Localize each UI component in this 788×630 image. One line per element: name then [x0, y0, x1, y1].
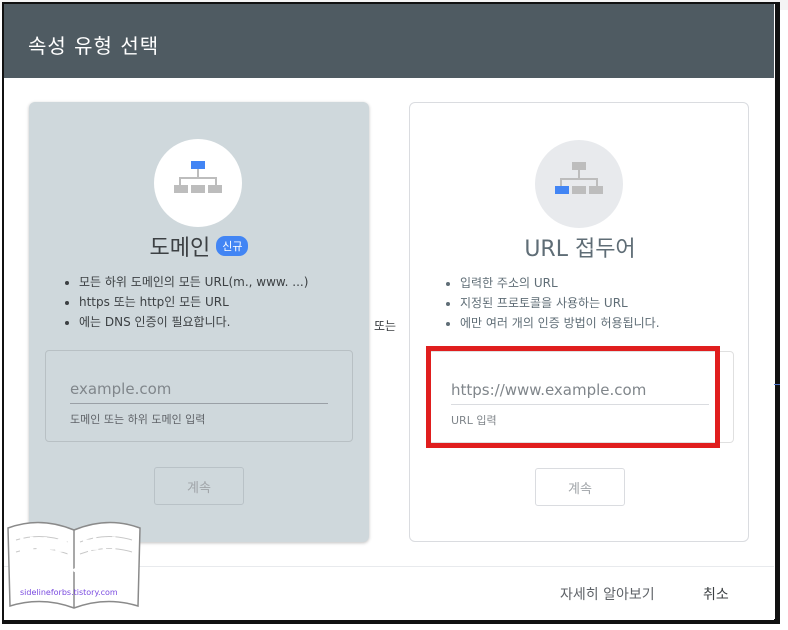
watermark-line2: 지식창고: [54, 560, 128, 583]
domain-feature-list: 모든 하위 도메인의 모든 URL(m., www. ...) https 또는…: [59, 272, 379, 332]
list-item: https 또는 http인 모든 URL: [79, 292, 379, 312]
red-highlight-box: [426, 346, 720, 448]
list-item: 에는 DNS 인증이 필요합니다.: [79, 312, 379, 332]
domain-heading: 도메인 신규: [29, 230, 369, 262]
sitemap-icon: [174, 161, 222, 193]
list-item: 모든 하위 도메인의 모든 URL(m., www. ...): [79, 272, 379, 292]
domain-input-helper: 도메인 또는 하위 도메인 입력: [70, 413, 206, 426]
new-badge: 신규: [216, 236, 249, 256]
learn-more-link[interactable]: 자세히 알아보기: [560, 584, 655, 604]
domain-card[interactable]: 도메인신규 모든 하위 도메인의 모든 URL(m., www. ...) ht…: [29, 102, 369, 542]
domain-input-container: 도메인 또는 하위 도메인 입력: [45, 350, 353, 442]
watermark-line1: 블슈의 부업: [17, 536, 119, 559]
domain-icon-circle: [154, 139, 242, 227]
domain-input[interactable]: [70, 375, 328, 404]
dialog-title: 속성 유형 선택: [28, 34, 160, 58]
list-item: 지정된 프로토콜을 사용하는 URL: [460, 293, 760, 313]
url-prefix-card[interactable]: URL 접두어 입력한 주소의 URL 지정된 프로토콜을 사용하는 URL 에…: [409, 102, 749, 542]
domain-heading-text: 도메인: [149, 236, 211, 261]
sitemap-icon: [555, 162, 603, 194]
watermark: 블슈의 부업 지식창고 sidelineforbs.tistory.com: [4, 514, 144, 614]
url-prefix-feature-list: 입력한 주소의 URL 지정된 프로토콜을 사용하는 URL 에만 여러 개의 …: [440, 273, 760, 333]
domain-continue-button[interactable]: 계속: [154, 467, 244, 505]
url-continue-button[interactable]: 계속: [535, 468, 625, 506]
or-divider-text: 또는: [374, 319, 397, 333]
cancel-button[interactable]: 취소: [703, 584, 729, 604]
background-artifact: [774, 384, 780, 385]
url-prefix-icon-circle: [535, 140, 623, 228]
list-item: 입력한 주소의 URL: [460, 273, 760, 293]
list-item: 에만 여러 개의 인증 방법이 허용됩니다.: [460, 313, 760, 333]
dialog-header: 속성 유형 선택: [4, 4, 774, 78]
url-prefix-heading: URL 접두어: [524, 237, 636, 262]
watermark-url: sidelineforbs.tistory.com: [20, 588, 118, 597]
